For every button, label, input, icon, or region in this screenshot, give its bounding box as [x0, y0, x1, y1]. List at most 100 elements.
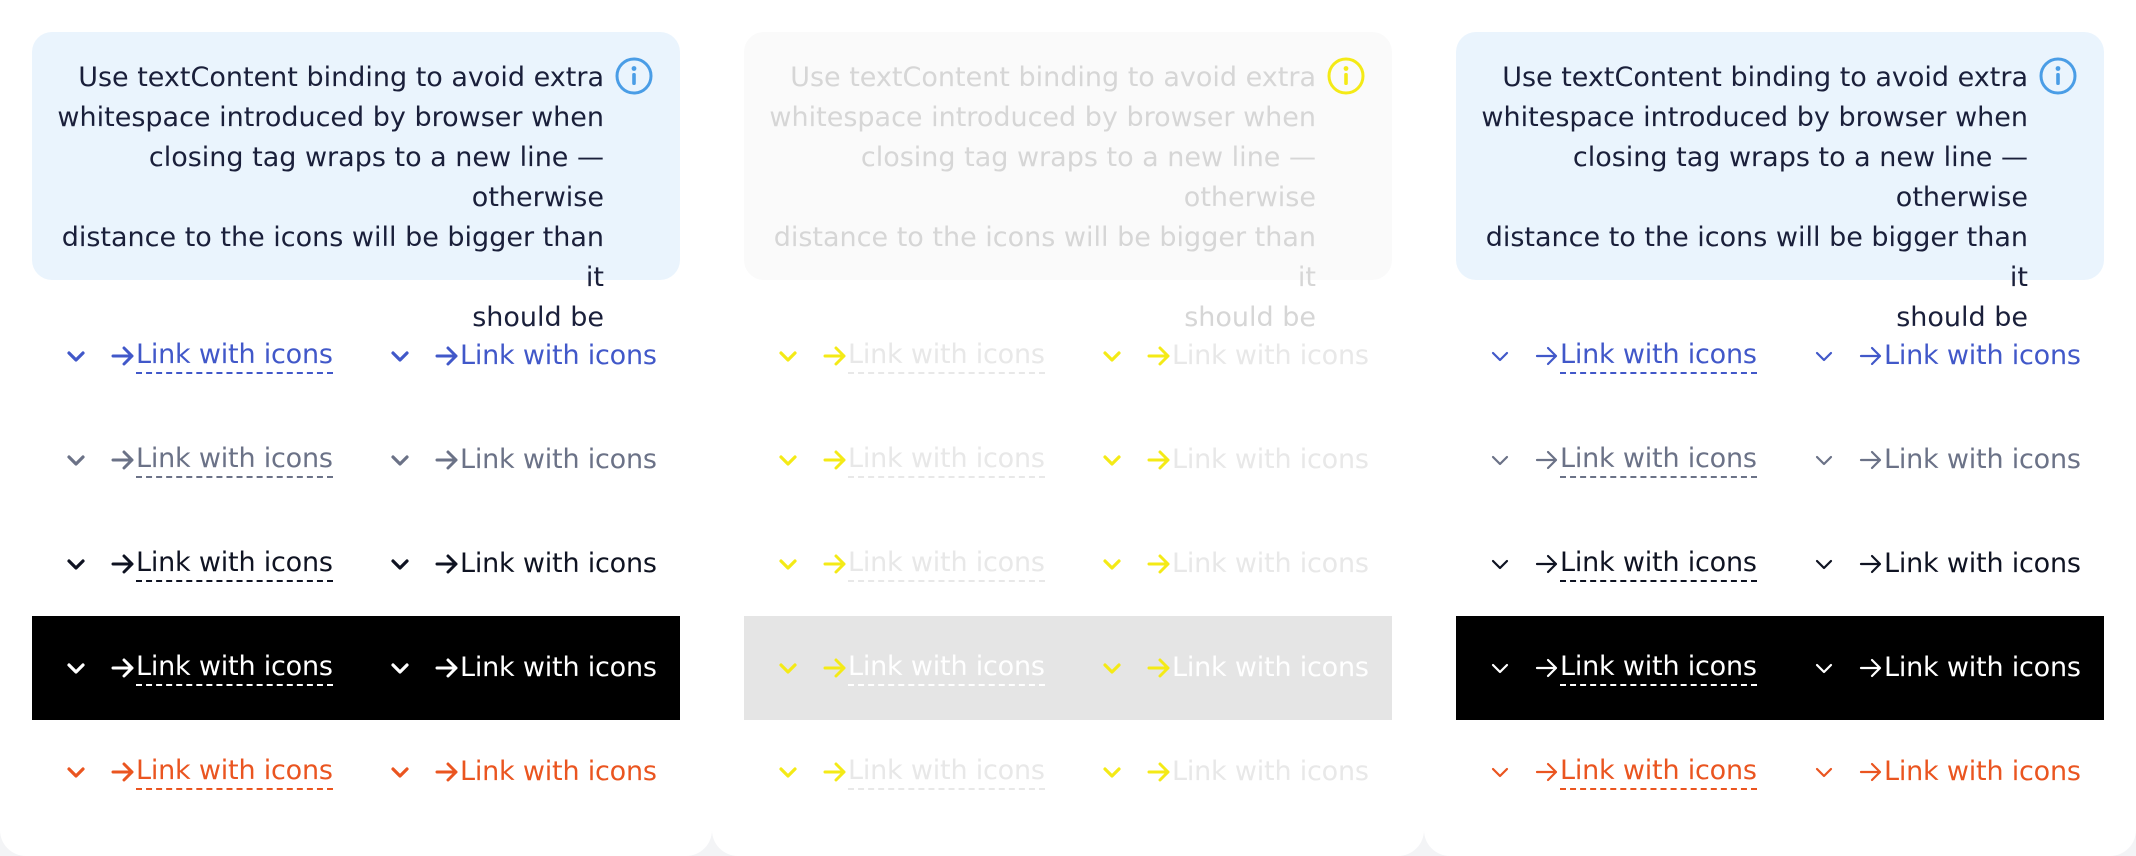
dashed-link-with-icons[interactable]: Link with icons — [1488, 304, 1757, 408]
chevron-down-icon — [388, 448, 412, 472]
chevron-down-icon — [64, 552, 88, 576]
dashed-link-with-icons[interactable]: Link with icons — [1488, 720, 1757, 824]
dashed-link-with-icons[interactable]: Link with icons — [64, 408, 333, 512]
info-icon — [1326, 56, 1366, 96]
arrow-right-icon — [434, 343, 460, 369]
link-label: Link with icons — [1884, 548, 2081, 579]
plain-link-with-icons[interactable]: Link with icons — [1100, 616, 1369, 720]
link-label: Link with icons — [1172, 340, 1369, 371]
link-row: Link with icons Link with icons — [744, 616, 1392, 720]
arrow-right-icon — [434, 655, 460, 681]
link-row: Link with icons Link with icons — [32, 512, 680, 616]
chevron-down-icon — [1812, 344, 1836, 368]
panel-default: Use textContent binding to avoid extra w… — [0, 0, 712, 856]
link-label: Link with icons — [460, 756, 657, 787]
arrow-right-icon — [1858, 343, 1884, 369]
chevron-down-icon — [1488, 760, 1512, 784]
link-label: Link with icons — [460, 444, 657, 475]
plain-link-with-icons[interactable]: Link with icons — [388, 720, 657, 824]
plain-link-with-icons[interactable]: Link with icons — [1100, 720, 1369, 824]
chevron-down-icon — [1100, 656, 1124, 680]
plain-link-with-icons[interactable]: Link with icons — [1812, 408, 2081, 512]
dashed-link-with-icons[interactable]: Link with icons — [64, 616, 333, 720]
dashed-link-with-icons[interactable]: Link with icons — [776, 512, 1045, 616]
dashed-link-with-icons[interactable]: Link with icons — [64, 304, 333, 408]
dashed-link-with-icons[interactable]: Link with icons — [1488, 512, 1757, 616]
arrow-right-icon — [110, 655, 136, 681]
link-label: Link with icons — [1884, 444, 2081, 475]
chevron-down-icon — [1100, 760, 1124, 784]
dashed-link-with-icons[interactable]: Link with icons — [64, 512, 333, 616]
chevron-down-icon — [1812, 448, 1836, 472]
link-row: Link with icons Link with icons — [1456, 408, 2104, 512]
arrow-right-icon — [822, 343, 848, 369]
plain-link-with-icons[interactable]: Link with icons — [1100, 512, 1369, 616]
link-label: Link with icons — [848, 442, 1045, 478]
link-label: Link with icons — [460, 652, 657, 683]
arrow-right-icon — [1534, 343, 1560, 369]
chevron-down-icon — [1812, 760, 1836, 784]
link-row: Link with icons Link with icons — [744, 720, 1392, 824]
arrow-right-icon — [822, 551, 848, 577]
link-label: Link with icons — [136, 754, 333, 790]
panel-disabled: Use textContent binding to avoid extra w… — [712, 0, 1424, 856]
arrow-right-icon — [1534, 447, 1560, 473]
chevron-down-icon — [1488, 656, 1512, 680]
link-label: Link with icons — [1172, 756, 1369, 787]
plain-link-with-icons[interactable]: Link with icons — [388, 408, 657, 512]
callout-text: Use textContent binding to avoid extra w… — [57, 62, 604, 333]
chevron-down-icon — [64, 656, 88, 680]
chevron-down-icon — [776, 448, 800, 472]
plain-link-with-icons[interactable]: Link with icons — [388, 304, 657, 408]
arrow-right-icon — [434, 759, 460, 785]
plain-link-with-icons[interactable]: Link with icons — [388, 512, 657, 616]
dashed-link-with-icons[interactable]: Link with icons — [1488, 408, 1757, 512]
arrow-right-icon — [1534, 759, 1560, 785]
chevron-down-icon — [1488, 552, 1512, 576]
plain-link-with-icons[interactable]: Link with icons — [1812, 720, 2081, 824]
arrow-right-icon — [1534, 551, 1560, 577]
plain-link-with-icons[interactable]: Link with icons — [1812, 616, 2081, 720]
plain-link-with-icons[interactable]: Link with icons — [1100, 408, 1369, 512]
chevron-down-icon — [388, 760, 412, 784]
chevron-down-icon — [776, 552, 800, 576]
info-icon — [614, 56, 654, 96]
dashed-link-with-icons[interactable]: Link with icons — [776, 304, 1045, 408]
arrow-right-icon — [1146, 759, 1172, 785]
link-label: Link with icons — [1560, 338, 1757, 374]
link-row: Link with icons Link with icons — [32, 304, 680, 408]
plain-link-with-icons[interactable]: Link with icons — [1100, 304, 1369, 408]
plain-link-with-icons[interactable]: Link with icons — [1812, 304, 2081, 408]
chevron-down-icon — [64, 760, 88, 784]
chevron-down-icon — [1812, 552, 1836, 576]
plain-link-with-icons[interactable]: Link with icons — [1812, 512, 2081, 616]
link-label: Link with icons — [460, 340, 657, 371]
link-label: Link with icons — [136, 338, 333, 374]
link-label: Link with icons — [1884, 652, 2081, 683]
link-row: Link with icons Link with icons — [1456, 512, 2104, 616]
callout-text: Use textContent binding to avoid extra w… — [1481, 62, 2028, 333]
arrow-right-icon — [822, 447, 848, 473]
dashed-link-with-icons[interactable]: Link with icons — [776, 408, 1045, 512]
arrow-right-icon — [1146, 447, 1172, 473]
link-label: Link with icons — [848, 546, 1045, 582]
callout: Use textContent binding to avoid extra w… — [744, 32, 1392, 333]
link-label: Link with icons — [136, 650, 333, 686]
dashed-link-with-icons[interactable]: Link with icons — [776, 720, 1045, 824]
callout-text: Use textContent binding to avoid extra w… — [769, 62, 1316, 333]
arrow-right-icon — [1146, 655, 1172, 681]
chevron-down-icon — [64, 344, 88, 368]
dashed-link-with-icons[interactable]: Link with icons — [1488, 616, 1757, 720]
dashed-link-with-icons[interactable]: Link with icons — [776, 616, 1045, 720]
chevron-down-icon — [776, 656, 800, 680]
chevron-down-icon — [1488, 344, 1512, 368]
plain-link-with-icons[interactable]: Link with icons — [388, 616, 657, 720]
arrow-right-icon — [434, 551, 460, 577]
dashed-link-with-icons[interactable]: Link with icons — [64, 720, 333, 824]
link-label: Link with icons — [1560, 754, 1757, 790]
arrow-right-icon — [110, 759, 136, 785]
link-row: Link with icons Link with icons — [32, 408, 680, 512]
link-row: Link with icons Link with icons — [1456, 720, 2104, 824]
chevron-down-icon — [388, 656, 412, 680]
chevron-down-icon — [1488, 448, 1512, 472]
